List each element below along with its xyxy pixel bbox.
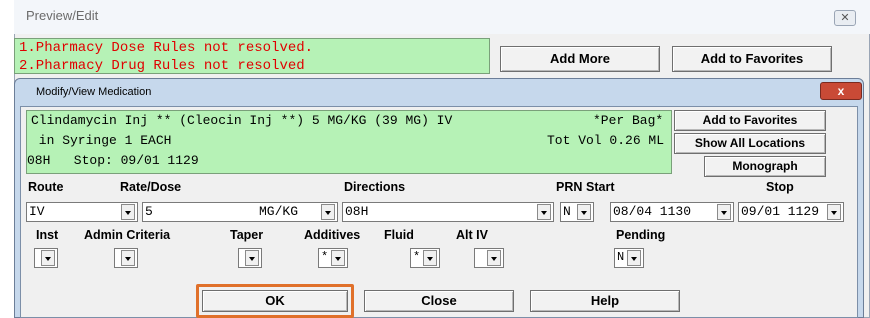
admin-criteria-label: Admin Criteria [84,228,171,242]
inst-label: Inst [36,228,59,242]
message-line: 1.Pharmacy Dose Rules not resolved. [19,40,314,56]
add-to-favorites-button[interactable]: Add to Favorites [674,110,826,131]
chevron-down-icon[interactable] [577,204,591,220]
preview-edit-titlebar [14,0,870,34]
med-line1: Clindamycin Inj ** (Cleocin Inj **) 5 MG… [31,113,453,128]
directions-label: Directions [344,180,406,194]
chevron-down-icon[interactable] [717,204,731,220]
message-line: 2.Pharmacy Drug Rules not resolved [19,58,305,74]
chevron-down-icon[interactable] [321,204,335,220]
total-volume: Tot Vol 0.26 ML [547,133,665,148]
preview-close-button[interactable]: ✕ [834,10,856,26]
stop-select[interactable]: 09/01 1129 [738,202,844,222]
chevron-down-icon[interactable] [41,250,55,266]
close-button[interactable]: Close [364,290,514,312]
chevron-down-icon[interactable] [487,250,501,266]
per-bag-label: *Per Bag* [593,113,664,128]
taper-label: Taper [230,228,264,242]
medication-summary: Clindamycin Inj ** (Cleocin Inj **) 5 MG… [26,110,672,174]
fluid-dropdown[interactable]: * [410,248,440,268]
modify-medication-title: Modify/View Medication [36,86,152,98]
help-button[interactable]: Help [530,290,680,312]
alt-iv-dropdown[interactable] [474,248,504,268]
chevron-down-icon[interactable] [827,204,841,220]
add-to-favorites-button[interactable]: Add to Favorites [672,46,832,72]
start-select[interactable]: 08/04 1130 [610,202,734,222]
additives-dropdown[interactable]: * [318,248,348,268]
med-line3: 08H Stop: 09/01 1129 [27,153,199,168]
stop-label: Stop [766,180,794,194]
rate-dose-field[interactable]: 5 MG/KG [142,202,338,222]
preview-edit-title: Preview/Edit [26,8,99,23]
admin-criteria-dropdown[interactable] [114,248,138,268]
fluid-label: Fluid [384,228,414,242]
prn-label: PRN [556,180,583,194]
ok-button[interactable]: OK [202,290,348,312]
alt-iv-label: Alt IV [456,228,488,242]
dose-unit: MG/KG [259,204,299,219]
med-line2: in Syringe 1 EACH [31,133,172,148]
chevron-down-icon[interactable] [245,250,259,266]
additives-label: Additives [304,228,361,242]
show-all-locations-button[interactable]: Show All Locations [674,133,826,154]
pending-dropdown[interactable]: N [614,248,644,268]
chevron-down-icon[interactable] [331,250,345,266]
rate-dose-label: Rate/Dose [120,180,182,194]
add-more-button[interactable]: Add More [500,46,660,72]
directions-select[interactable]: 08H [342,202,554,222]
chevron-down-icon[interactable] [423,250,437,266]
prn-select[interactable]: N [560,202,594,222]
route-select[interactable]: IV [26,202,138,222]
dialog-close-button[interactable]: x [820,82,862,100]
chevron-down-icon[interactable] [627,250,641,266]
chevron-down-icon[interactable] [121,204,135,220]
dose-value: 5 [145,204,153,219]
chevron-down-icon[interactable] [537,204,551,220]
chevron-down-icon[interactable] [121,250,135,266]
monograph-button[interactable]: Monograph [704,156,826,177]
route-label: Route [28,180,64,194]
pending-label: Pending [616,228,666,242]
taper-dropdown[interactable] [238,248,262,268]
order-check-messages: 1.Pharmacy Dose Rules not resolved. 2.Ph… [14,38,490,74]
start-label: Start [586,180,615,194]
inst-dropdown[interactable] [34,248,58,268]
